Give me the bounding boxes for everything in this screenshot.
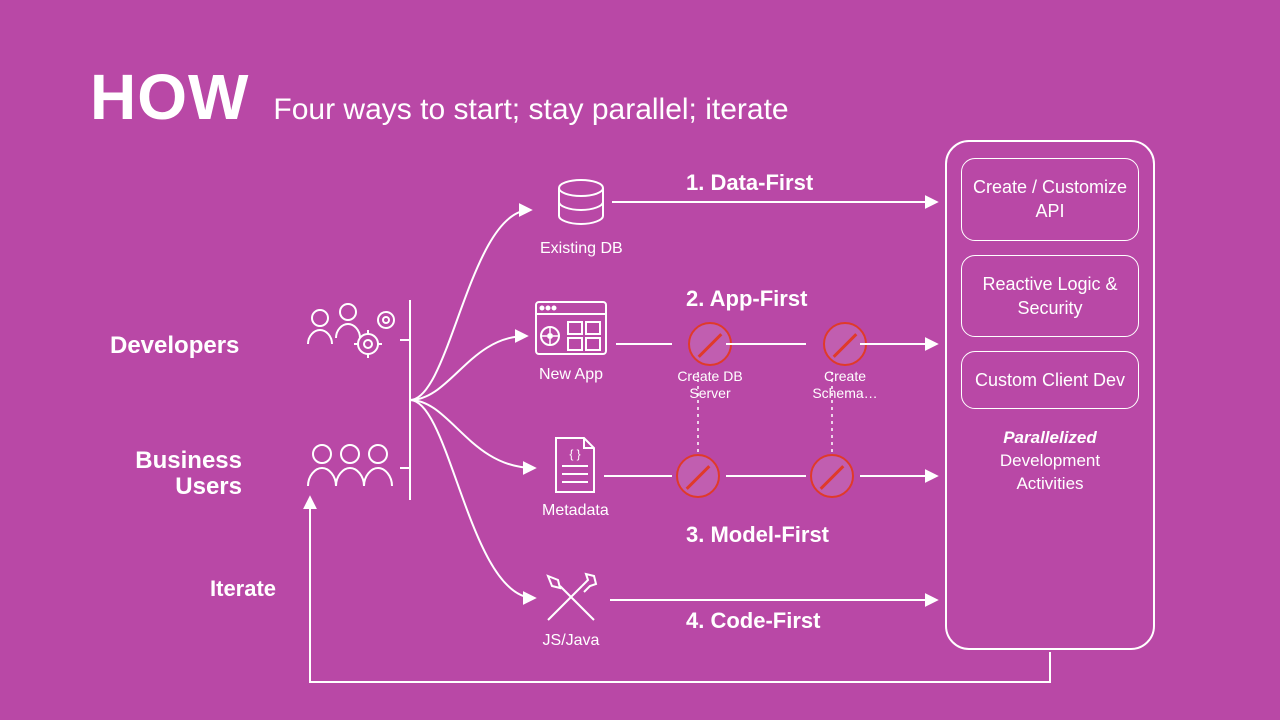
approach-app-first: 2. App-First [686, 286, 807, 312]
js-java-icon-group: JS/Java [542, 568, 600, 650]
step-label: Create DB Server [676, 368, 744, 402]
role-developers: Developers [110, 332, 239, 360]
approach-code-first: 4. Code-First [686, 608, 820, 634]
existing-db-icon-group: Existing DB [540, 178, 623, 258]
step-create-schema-1: Create Schema… [810, 322, 880, 402]
activity-client-box: Custom Client Dev [961, 351, 1139, 409]
role-business-users: Business Users [112, 448, 242, 501]
svg-text:{ }: { } [570, 447, 581, 461]
step-label: Create Schema… [810, 368, 880, 402]
iterate-label: Iterate [210, 576, 276, 602]
app-window-icon [534, 300, 608, 360]
step-create-db-server-1: Create DB Server [676, 322, 744, 402]
prohibit-icon [676, 454, 720, 498]
subtitle: Four ways to start; stay parallel; itera… [273, 93, 788, 127]
title-how: HOW [90, 60, 249, 134]
metadata-icon-group: { } Metadata [542, 436, 609, 520]
metadata-label: Metadata [542, 502, 609, 520]
activity-logic-box: Reactive Logic & Security [961, 255, 1139, 338]
database-icon [551, 178, 611, 234]
tools-icon [542, 568, 600, 626]
prohibit-icon [688, 322, 732, 366]
new-app-icon-group: New App [534, 300, 608, 384]
activities-caption: Parallelized Development Activities [961, 427, 1139, 496]
document-icon: { } [550, 436, 600, 496]
step-create-db-server-2 [676, 454, 720, 500]
title-row: HOW Four ways to start; stay parallel; i… [90, 60, 789, 134]
developers-icon [300, 300, 396, 370]
prohibit-icon [823, 322, 867, 366]
approach-data-first: 1. Data-First [686, 170, 813, 196]
step-create-schema-2 [810, 454, 854, 500]
new-app-label: New App [539, 366, 603, 384]
approach-model-first: 3. Model-First [686, 522, 829, 548]
prohibit-icon [810, 454, 854, 498]
existing-db-label: Existing DB [540, 240, 623, 258]
activity-api-box: Create / Customize API [961, 158, 1139, 241]
js-java-label: JS/Java [543, 632, 600, 650]
activities-panel: Create / Customize API Reactive Logic & … [945, 140, 1155, 650]
business-users-icon [300, 438, 400, 494]
